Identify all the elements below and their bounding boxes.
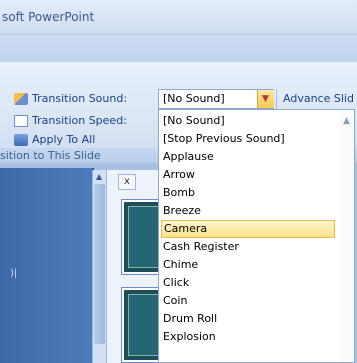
dropdown-item-click[interactable]: Click [163,274,335,292]
transition-sound-row: Transition Sound: [14,89,127,109]
dropdown-item-stop-previous-sound[interactable]: [Stop Previous Sound] [163,130,335,148]
dropdown-item-coin[interactable]: Coin [163,292,335,310]
dropdown-item-no-sound[interactable]: [No Sound] [163,112,335,130]
vertical-scrollbar[interactable]: ▲ [92,170,107,363]
dropdown-item-explosion[interactable]: Explosion [163,328,335,346]
scroll-up-icon[interactable]: ▲ [96,172,102,181]
dropdown-item-cash-register[interactable]: Cash Register [163,238,335,256]
dropdown-item-breeze[interactable]: Breeze [163,202,335,220]
transition-speed-icon [14,115,28,127]
chevron-down-icon: ▼ [262,94,269,104]
apply-to-all-button[interactable]: Apply To All [14,130,95,150]
transition-speed-label: Transition Speed: [32,114,127,127]
transition-sound-dropdown-list[interactable]: [No Sound] [Stop Previous Sound] Applaus… [158,109,355,363]
dropdown-item-chime[interactable]: Chime [163,256,335,274]
dropdown-item-drum-roll[interactable]: Drum Roll [163,310,335,328]
scroll-up-icon[interactable]: ▲ [343,116,350,126]
slide-fragment: )| [10,268,18,279]
close-pane-button[interactable]: x [118,174,136,190]
ribbon-tab-strip [0,35,357,63]
dropdown-item-applause[interactable]: Applause [163,148,335,166]
advance-slide-label: Advance Slid [276,89,354,109]
slide-thumbnail-content [128,294,160,356]
transition-sound-label: Transition Sound: [32,92,128,105]
slide-editing-pane[interactable]: )| [0,168,94,363]
dropdown-item-arrow[interactable]: Arrow [163,166,335,184]
window-title: soft PowerPoint [0,0,357,35]
dropdown-scrollbar[interactable]: ▲ [339,110,354,362]
dropdown-item-bomb[interactable]: Bomb [163,184,335,202]
apply-to-all-label: Apply To All [32,133,96,146]
dropdown-item-camera[interactable]: Camera [161,220,335,238]
slide-thumbnail-content [128,206,160,268]
apply-to-all-icon [14,134,28,146]
transition-sound-dropdown-button[interactable]: ▼ [257,90,274,108]
scrollbar-thumb[interactable] [94,184,105,344]
transition-speed-row: Transition Speed: [14,111,127,131]
transition-sound-icon [14,93,28,105]
